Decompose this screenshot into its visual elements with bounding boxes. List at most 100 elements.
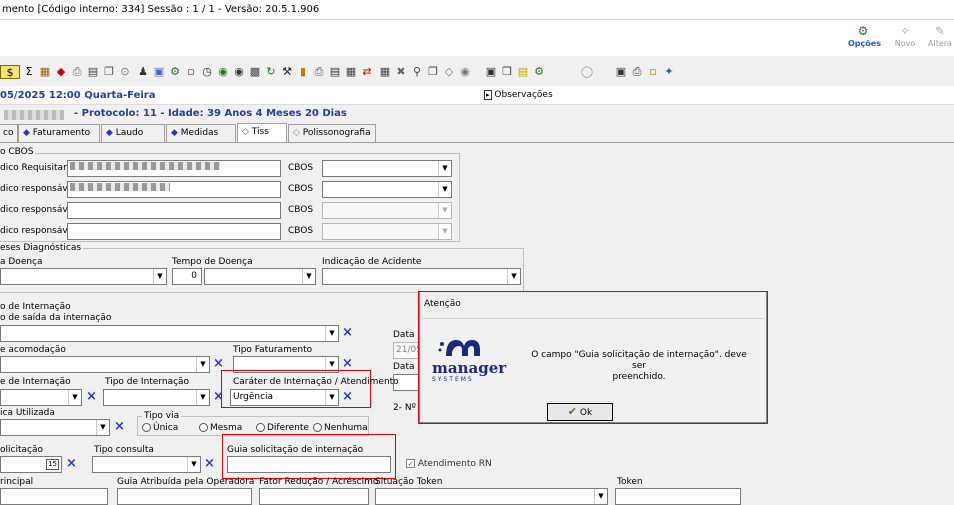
search-icon[interactable]: ⚲ bbox=[410, 65, 424, 79]
via-nenhuma-radio[interactable]: Nenhuma bbox=[313, 423, 368, 434]
chevron-down-icon[interactable]: ▼ bbox=[196, 357, 209, 372]
rn-checkbox[interactable]: ✓ Atendimento RN bbox=[406, 459, 492, 470]
tab-faturamento[interactable]: ◆ Faturamento bbox=[18, 124, 100, 143]
chevron-down-icon[interactable]: ▼ bbox=[594, 489, 607, 504]
drop-icon[interactable]: ◉ bbox=[232, 65, 246, 79]
chevron-down-icon[interactable]: ▼ bbox=[196, 390, 209, 405]
clip-icon[interactable]: ⊙ bbox=[118, 65, 132, 79]
window-icon[interactable]: ▣ bbox=[484, 65, 498, 79]
gear-icon[interactable]: ⚙ bbox=[168, 65, 182, 79]
chevron-down-icon[interactable]: ▼ bbox=[68, 390, 81, 405]
cbos-select-4[interactable]: ▼ bbox=[322, 223, 452, 240]
exit-reason-select[interactable]: ▼ bbox=[0, 325, 339, 342]
clock-icon[interactable]: ◷ bbox=[200, 65, 214, 79]
tab-co[interactable]: co bbox=[0, 124, 18, 143]
chevron-down-icon[interactable]: ▼ bbox=[438, 161, 451, 176]
file-icon[interactable]: ▫ bbox=[184, 65, 198, 79]
clear-exit-reason-icon[interactable]: × bbox=[342, 326, 353, 340]
observations-link[interactable]: ▸ Observações bbox=[484, 90, 553, 100]
car-icon[interactable]: ◆ bbox=[54, 65, 68, 79]
document-icon[interactable]: ▤ bbox=[86, 65, 100, 79]
internacao-guide-field[interactable] bbox=[227, 456, 391, 473]
user-icon[interactable]: ♟ bbox=[136, 65, 150, 79]
disease-time-value[interactable]: 0 bbox=[172, 268, 202, 285]
settings-icon[interactable]: ⚙ bbox=[532, 65, 546, 79]
clear-billing-type-icon[interactable]: × bbox=[342, 357, 353, 371]
table-icon[interactable]: ▦ bbox=[344, 65, 358, 79]
new-button[interactable]: ✧ Novo bbox=[890, 24, 920, 52]
regime-select[interactable]: ▼ bbox=[0, 389, 82, 406]
requesting-doctor-field[interactable] bbox=[67, 160, 281, 177]
via-diferente-radio[interactable]: Diferente bbox=[256, 423, 309, 434]
via-mesma-radio[interactable]: Mesma bbox=[199, 423, 242, 434]
disk-icon[interactable]: ▩ bbox=[248, 65, 262, 79]
transfer-icon[interactable]: ⇄ bbox=[360, 65, 374, 79]
tab-polissonografia[interactable]: ◇ Polissonografia bbox=[288, 124, 376, 143]
person-run-icon[interactable]: ✦ bbox=[662, 65, 676, 79]
sum-icon[interactable]: Σ bbox=[22, 65, 36, 79]
operator-guide-field[interactable] bbox=[117, 488, 252, 505]
chevron-down-icon[interactable]: ▼ bbox=[438, 203, 451, 218]
calendar-icon[interactable]: 15 bbox=[46, 459, 59, 470]
cbos-select-1[interactable]: ▼ bbox=[322, 160, 452, 177]
chevron-down-icon[interactable]: ▼ bbox=[438, 224, 451, 239]
consult-type-select[interactable]: ▼ bbox=[92, 456, 201, 473]
copy2-icon[interactable]: ❐ bbox=[500, 65, 514, 79]
clear-request-date-icon[interactable]: × bbox=[66, 457, 77, 471]
internacao-type-select[interactable]: ▼ bbox=[103, 389, 210, 406]
eye-icon[interactable]: ◉ bbox=[458, 65, 472, 79]
chevron-down-icon[interactable]: ▼ bbox=[325, 326, 338, 341]
printer2-icon[interactable]: ⎙ bbox=[630, 65, 644, 79]
pages-icon[interactable]: ❐ bbox=[426, 65, 440, 79]
chevron-down-icon[interactable]: ▼ bbox=[325, 390, 338, 405]
chart-bar-icon[interactable]: ▮ bbox=[296, 65, 310, 79]
token-status-select[interactable]: ▼ bbox=[375, 488, 608, 505]
clear-regime-icon[interactable]: × bbox=[86, 390, 97, 404]
sheet-icon[interactable]: ▫ bbox=[646, 65, 660, 79]
technique-select[interactable]: ▼ bbox=[0, 419, 110, 436]
chevron-down-icon[interactable]: ▼ bbox=[507, 269, 520, 284]
accident-indication-select[interactable]: ▼ bbox=[322, 268, 521, 285]
date-field[interactable]: 21/05 bbox=[393, 342, 419, 359]
responsible-doctor-field-2[interactable] bbox=[67, 202, 281, 219]
disease-time-unit-select[interactable]: ▼ bbox=[204, 268, 316, 285]
edit-button[interactable]: ✎ Altera bbox=[926, 24, 954, 52]
clear-accommodation-icon[interactable]: × bbox=[213, 357, 224, 371]
accommodation-select[interactable]: ▼ bbox=[0, 356, 210, 373]
diamond-icon[interactable]: ◇ bbox=[442, 65, 456, 79]
monitor-icon[interactable]: ▣ bbox=[614, 65, 628, 79]
clear-technique-icon[interactable]: × bbox=[114, 420, 125, 434]
clear-consult-type-icon[interactable]: × bbox=[204, 457, 215, 471]
request-date-field[interactable]: 15 bbox=[0, 456, 62, 473]
responsible-doctor-field-3[interactable] bbox=[67, 223, 281, 240]
chevron-down-icon[interactable]: ▼ bbox=[187, 457, 200, 472]
chevron-down-icon[interactable]: ▼ bbox=[96, 420, 109, 435]
tab-laudo[interactable]: ◆ Laudo bbox=[101, 124, 165, 143]
tool-icon[interactable]: ⚒ bbox=[280, 65, 294, 79]
printer-icon[interactable]: ⎙ bbox=[312, 65, 326, 79]
tab-tiss[interactable]: ◇ Tiss bbox=[237, 123, 287, 143]
character-select[interactable]: Urgência bbox=[230, 389, 339, 406]
responsible-doctor-field-1[interactable] bbox=[67, 181, 281, 198]
token-field[interactable] bbox=[615, 488, 741, 505]
shield-icon[interactable]: ◯ bbox=[580, 65, 594, 79]
cbos-select-2[interactable]: ▼ bbox=[322, 181, 452, 198]
factor-field[interactable] bbox=[259, 488, 369, 505]
report-icon[interactable]: ▤ bbox=[328, 65, 342, 79]
tab-medidas[interactable]: ◆ Medidas bbox=[166, 124, 236, 143]
chevron-down-icon[interactable]: ▼ bbox=[153, 269, 166, 284]
print-icon[interactable]: ⎙ bbox=[70, 65, 84, 79]
chart-icon[interactable]: ▦ bbox=[38, 65, 52, 79]
cbos-select-3[interactable]: ▼ bbox=[322, 202, 452, 219]
principal-field[interactable] bbox=[0, 488, 108, 505]
notebook-icon[interactable]: ▤ bbox=[516, 65, 530, 79]
via-unica-radio[interactable]: Única bbox=[142, 423, 178, 434]
grid-icon[interactable]: ▦ bbox=[378, 65, 392, 79]
disease-type-select[interactable]: ▼ bbox=[0, 268, 167, 285]
clear-character-icon[interactable]: × bbox=[342, 390, 353, 404]
ok-button[interactable]: ✔ Ok bbox=[547, 403, 613, 421]
options-button[interactable]: ⚙ Opções bbox=[848, 24, 881, 52]
copy-icon[interactable]: ❐ bbox=[102, 65, 116, 79]
tools-icon[interactable]: ✖ bbox=[394, 65, 408, 79]
chevron-down-icon[interactable]: ▼ bbox=[302, 269, 315, 284]
